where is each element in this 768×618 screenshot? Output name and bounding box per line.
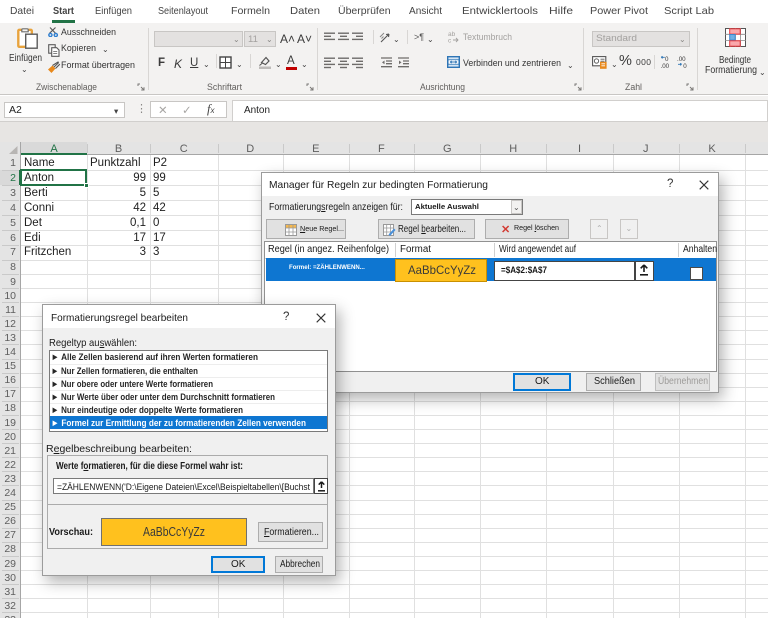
svg-text:0: 0	[683, 63, 687, 68]
svg-text:c: c	[448, 38, 452, 44]
svg-text:.00: .00	[661, 63, 670, 68]
